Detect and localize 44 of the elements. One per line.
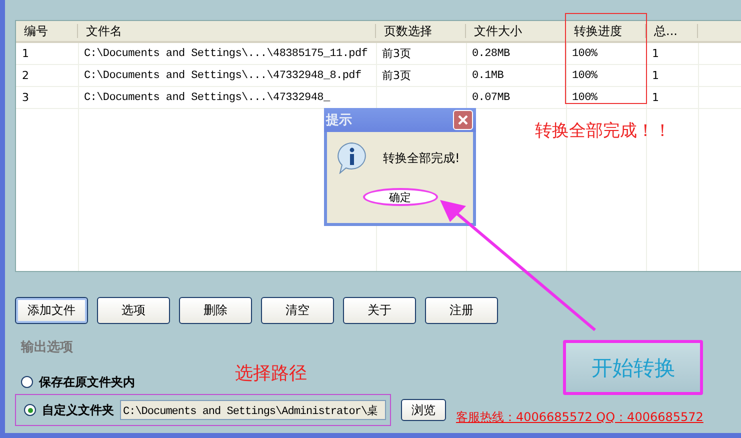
toolbar-button[interactable]: 关于 bbox=[343, 297, 416, 324]
column-header[interactable]: 编号 bbox=[16, 24, 78, 38]
dialog-title: 提示 bbox=[326, 112, 352, 129]
table-cell-text: 前3页 bbox=[381, 46, 412, 61]
table-cell-text: 3 bbox=[21, 91, 30, 104]
table-cell-text: 0.1MB bbox=[471, 70, 505, 82]
toolbar-button[interactable]: 注册 bbox=[425, 297, 498, 324]
table-cell-text: 1 bbox=[651, 91, 660, 104]
path-field[interactable]: C:\Documents and Settings\Administrator\桌 bbox=[120, 400, 386, 420]
table-cell-text: 前3页 bbox=[381, 68, 412, 83]
annotation-text: 转换全部完成！！ bbox=[535, 120, 671, 142]
table-cell-text: 1 bbox=[651, 47, 660, 60]
dialog-message: 转换全部完成! bbox=[383, 150, 460, 166]
toolbar-button[interactable]: 选项 bbox=[97, 297, 170, 324]
column-header[interactable]: 转换进度 bbox=[566, 24, 646, 38]
radio-label: 保存在原文件夹内 bbox=[39, 374, 135, 390]
radio-button[interactable] bbox=[24, 404, 36, 416]
table-cell-text: C:\Documents and Settings\...\48385175_11.pdf bbox=[83, 48, 369, 60]
column-header[interactable]: 页数选择 bbox=[376, 24, 466, 38]
table-cell-text: C:\Documents and Settings\...\47332948_8.pdf bbox=[83, 70, 362, 82]
browse-button[interactable]: 浏览 bbox=[401, 399, 446, 421]
table-cell-text: 100% bbox=[571, 70, 598, 82]
table-cell-text: 2 bbox=[21, 69, 30, 82]
close-button[interactable] bbox=[453, 110, 473, 130]
toolbar-button[interactable]: 添加文件 bbox=[15, 297, 88, 324]
column-header[interactable]: 总... bbox=[646, 24, 698, 38]
radio-button[interactable] bbox=[21, 376, 33, 388]
column-header[interactable]: 文件大小 bbox=[466, 24, 566, 38]
table-cell-text: 100% bbox=[571, 92, 598, 104]
column-header[interactable]: 文件名 bbox=[78, 24, 376, 38]
table-cell-text: 1 bbox=[651, 69, 660, 82]
table-cell-text: 100% bbox=[571, 48, 598, 60]
close-icon bbox=[457, 114, 469, 126]
ok-button[interactable]: 确定 bbox=[362, 188, 438, 206]
table-cell-text: 0.28MB bbox=[471, 48, 511, 60]
section-heading: 输出选项 bbox=[21, 339, 74, 356]
toolbar-button[interactable]: 删除 bbox=[179, 297, 252, 324]
table-cell-text: C:\Documents and Settings\...\47332948_ bbox=[83, 92, 332, 104]
radio-label: 自定义文件夹 bbox=[42, 402, 114, 418]
table-cell-text: 0.07MB bbox=[471, 92, 511, 104]
table-cell-text: 1 bbox=[21, 47, 30, 60]
annotation-text: 选择路径 bbox=[235, 362, 307, 385]
info-icon bbox=[337, 142, 367, 174]
toolbar-button[interactable]: 清空 bbox=[261, 297, 334, 324]
